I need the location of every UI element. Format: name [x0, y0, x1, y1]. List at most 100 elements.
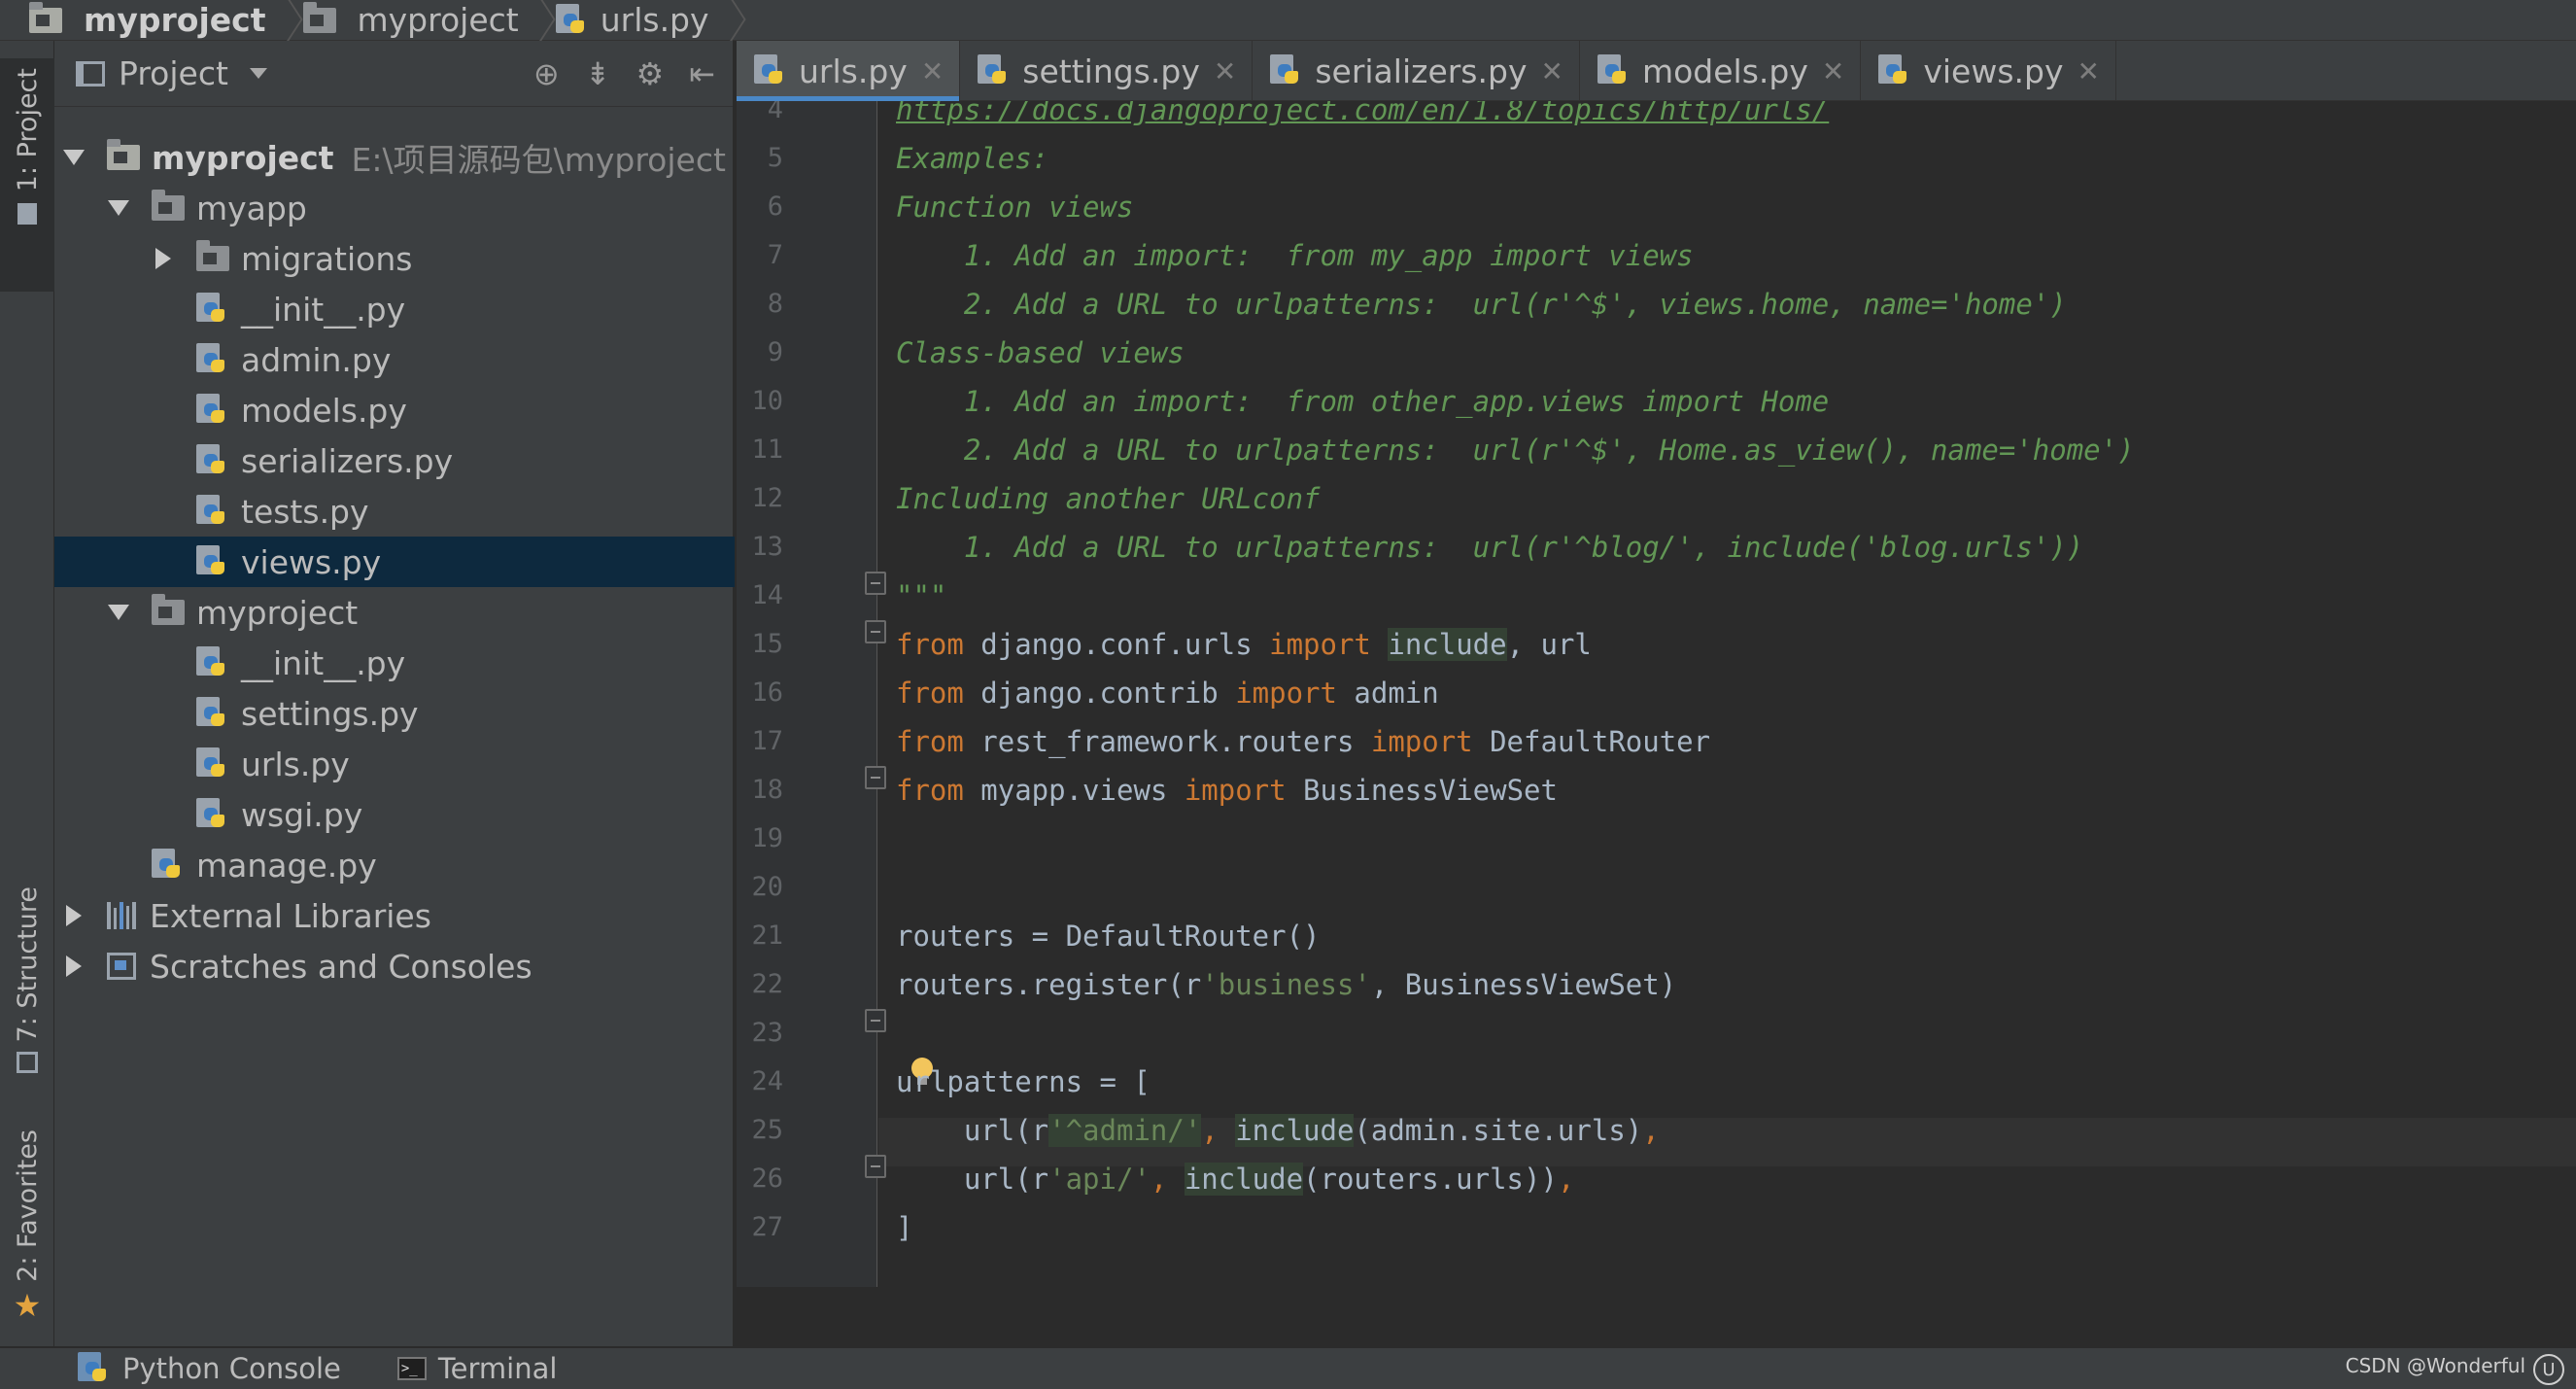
tab-models[interactable]: models.py ✕ [1580, 41, 1862, 101]
chevron-down-icon[interactable] [249, 68, 267, 79]
python-file-icon [1270, 54, 1303, 87]
tree-node-label: wsgi.py [241, 795, 363, 834]
breadcrumb-label: myproject [84, 1, 266, 39]
line-number: 15 [751, 629, 783, 659]
code-line-7: 1. Add an import: from my_app import vie… [896, 239, 1694, 272]
code-line-20: routers = DefaultRouter() [896, 920, 1321, 953]
code-editor[interactable]: 4 5 6 7 8 9 10 11 12 13 14 15 16 17 18 1… [737, 101, 2576, 1287]
python-file-icon [152, 849, 185, 882]
collapse-arrow-icon[interactable] [66, 955, 82, 977]
line-number: 18 [751, 775, 783, 805]
tree-node-label: myproject [152, 138, 334, 177]
collapse-arrow-icon[interactable] [66, 905, 82, 926]
python-file-icon [196, 747, 229, 781]
tree-node-myapp[interactable]: myapp [54, 183, 735, 233]
code-line-10: 1. Add an import: from other_app.views i… [896, 385, 1830, 418]
line-number: 22 [751, 969, 783, 999]
tree-node-root[interactable]: myproject E:\项目源码包\myproject [54, 132, 735, 183]
tool-tab-favorites[interactable]: 2: Favorites ★ [0, 1129, 54, 1363]
fold-marker-icon[interactable] [865, 620, 886, 643]
tree-file-myapp-init[interactable]: __init__.py [54, 284, 735, 334]
expand-arrow-icon[interactable] [63, 150, 85, 165]
line-number: 10 [751, 386, 783, 416]
code-line-21: routers.register(r'business', BusinessVi… [896, 960, 1676, 1009]
folder-icon [196, 240, 229, 271]
tree-file-views-selected[interactable]: views.py [54, 537, 735, 587]
tree-file-tests[interactable]: tests.py [54, 486, 735, 537]
tree-node-label: views.py [241, 542, 382, 581]
fold-marker-icon[interactable] [865, 1009, 886, 1032]
left-tool-strip: 1: Project 7: Structure 2: Favorites ★ [0, 41, 54, 1346]
tree-file-manage[interactable]: manage.py [54, 840, 735, 890]
python-file-icon [196, 293, 229, 326]
close-icon[interactable]: ✕ [1822, 55, 1844, 87]
fold-marker-icon[interactable] [865, 1155, 886, 1178]
tree-file-urls[interactable]: urls.py [54, 739, 735, 789]
expand-arrow-icon[interactable] [108, 605, 129, 620]
close-icon[interactable]: ✕ [1540, 55, 1563, 87]
gear-icon[interactable]: ⚙ [636, 55, 665, 92]
tab-serializers[interactable]: serializers.py ✕ [1253, 41, 1580, 101]
line-number: 19 [751, 823, 783, 853]
code-line-17: from rest_framework.routers import Defau… [896, 717, 1710, 766]
tree-node-label: tests.py [241, 492, 369, 531]
breadcrumb-item-root[interactable]: myproject [23, 0, 272, 41]
close-icon[interactable]: ✕ [2078, 55, 2100, 87]
breadcrumb-separator [721, 0, 735, 41]
hide-panel-icon[interactable]: ⇤ [689, 55, 715, 92]
breadcrumb: myproject myproject urls.py [0, 0, 2576, 41]
locate-icon[interactable]: ⊕ [533, 55, 560, 92]
tree-node-label: __init__.py [241, 290, 406, 329]
code-token: myapp.views [963, 774, 1185, 807]
code-line-18: from myapp.views import BusinessViewSet [896, 766, 1558, 815]
tree-file-pkg-init[interactable]: __init__.py [54, 638, 735, 688]
python-console-button[interactable]: Python Console [78, 1347, 341, 1389]
close-icon[interactable]: ✕ [1214, 55, 1236, 87]
python-file-icon [196, 646, 229, 679]
tree-file-admin[interactable]: admin.py [54, 334, 735, 385]
code-line-23: urlpatterns = [ [896, 1065, 1151, 1098]
tree-node-migrations[interactable]: migrations [54, 233, 735, 284]
collapse-arrow-icon[interactable] [155, 248, 171, 269]
project-view-title[interactable]: Project [119, 54, 228, 92]
python-file-icon [754, 54, 787, 87]
code-token: django.contrib [963, 677, 1236, 710]
keyword: from [896, 725, 964, 758]
code-token-highlight: include [1235, 1114, 1355, 1147]
terminal-button[interactable]: >_ Terminal [396, 1347, 557, 1389]
expand-arrow-icon[interactable] [108, 200, 129, 216]
fold-marker-icon[interactable] [865, 572, 886, 595]
tree-node-external-libraries[interactable]: External Libraries [54, 890, 735, 941]
breadcrumb-item-package[interactable]: myproject [297, 0, 525, 41]
scratches-icon [107, 953, 136, 980]
code-token: routers.register(r [896, 968, 1202, 1001]
python-file-icon [196, 343, 229, 376]
line-number: 20 [751, 872, 783, 902]
tree-file-models[interactable]: models.py [54, 385, 735, 435]
tree-file-serializers[interactable]: serializers.py [54, 435, 735, 486]
line-number: 11 [751, 434, 783, 465]
code-line-9: Class-based views [896, 336, 1185, 369]
tree-file-settings[interactable]: settings.py [54, 688, 735, 739]
tool-tab-structure[interactable]: 7: Structure [0, 886, 54, 1129]
breadcrumb-item-file[interactable]: urls.py [550, 0, 715, 41]
fold-marker-icon[interactable] [865, 766, 886, 789]
line-number: 23 [751, 1018, 783, 1048]
tree-node-label: admin.py [241, 340, 392, 379]
breadcrumb-label: urls.py [600, 1, 709, 39]
code-line-11: 2. Add a URL to urlpatterns: url(r'^$', … [896, 434, 2135, 467]
collapse-all-icon[interactable]: ⇟ [585, 55, 611, 92]
tab-views[interactable]: views.py ✕ [1861, 41, 2116, 101]
code-token-highlight: include [1184, 1163, 1304, 1196]
tree-file-wsgi[interactable]: wsgi.py [54, 789, 735, 840]
tool-tab-project[interactable]: 1: Project [0, 58, 54, 292]
user-badge: U [2533, 1354, 2564, 1385]
code-token: , [1201, 1114, 1236, 1147]
tree-node-myproject-pkg[interactable]: myproject [54, 587, 735, 638]
tab-settings[interactable]: settings.py ✕ [960, 41, 1254, 101]
line-number: 27 [751, 1212, 783, 1242]
close-icon[interactable]: ✕ [921, 55, 944, 87]
tree-node-scratches[interactable]: Scratches and Consoles [54, 941, 735, 991]
line-number-gutter[interactable]: 4 5 6 7 8 9 10 11 12 13 14 15 16 17 18 1… [737, 101, 877, 1287]
tab-urls[interactable]: urls.py ✕ [737, 41, 961, 101]
